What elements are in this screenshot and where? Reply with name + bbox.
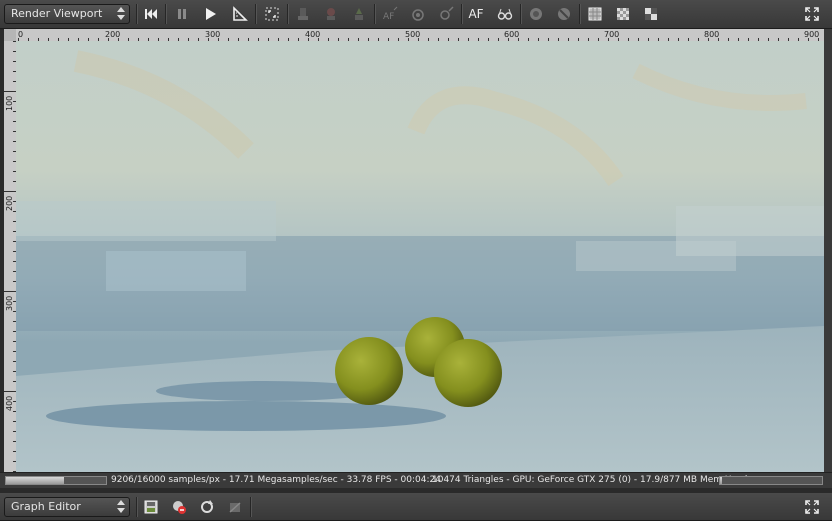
picker-object-icon	[327, 8, 335, 20]
toolbar-separator	[136, 497, 138, 517]
checker-large-icon	[645, 8, 657, 20]
node-tool-icon	[229, 502, 241, 513]
toolbar-separator	[165, 4, 167, 24]
skip-back-icon	[145, 9, 157, 19]
stereo-button[interactable]	[494, 4, 516, 24]
sphere-shadow	[46, 401, 446, 431]
background-white-button[interactable]	[584, 4, 606, 24]
maximize-panel-button[interactable]	[801, 497, 823, 517]
ruler-label: 400	[5, 395, 14, 411]
picker-focus-icon	[355, 8, 363, 20]
toolbar-separator	[461, 4, 463, 24]
region-icon	[530, 8, 542, 20]
toolbar-separator	[250, 497, 252, 517]
clear-region-button[interactable]	[553, 4, 575, 24]
toolbar-separator	[287, 4, 289, 24]
ruler-label: 100	[5, 95, 14, 111]
pause-render-button[interactable]	[171, 4, 193, 24]
fit-icon	[265, 7, 279, 21]
clear-region-icon	[558, 8, 570, 20]
white-balance-button[interactable]	[435, 4, 457, 24]
scene-stats-text: 10474 Triangles - GPU: GeForce GTX 275 (…	[432, 475, 748, 485]
memory-usage-bar	[719, 476, 823, 485]
sphere-right	[434, 339, 502, 407]
render-status-bar: 9206/16000 samples/px - 17.71 Megasample…	[0, 472, 832, 489]
wb-icon	[440, 6, 454, 20]
play-icon	[206, 8, 216, 20]
viewport-toolbar: Render Viewport AF AF	[0, 0, 832, 29]
ruler-label: 600	[504, 30, 520, 39]
graph-editor-toolbar: Graph Editor	[0, 493, 832, 521]
ruler-label: 800	[704, 30, 720, 39]
checker-icon	[617, 8, 629, 20]
ruler-tick	[4, 91, 16, 92]
render-progress-fill	[6, 477, 64, 484]
ruler-vertical: 100 200 300 400	[4, 41, 16, 472]
updown-arrows-icon	[117, 7, 125, 21]
autofocus-button[interactable]: AF	[465, 4, 487, 24]
start-render-button[interactable]	[199, 4, 221, 24]
refresh-icon	[201, 500, 213, 513]
sphere-left	[335, 337, 403, 405]
background-black-button[interactable]	[640, 4, 662, 24]
save-graph-button[interactable]	[140, 497, 162, 517]
pick-focus-button[interactable]	[348, 4, 370, 24]
expand-icon	[805, 500, 819, 514]
svg-text:AF: AF	[383, 12, 394, 22]
refresh-graph-button[interactable]	[196, 497, 218, 517]
ruler-label: 300	[5, 295, 14, 311]
camera-pick-icon	[412, 9, 424, 21]
panel-select-graph-editor[interactable]: Graph Editor	[4, 497, 130, 517]
ruler-corner	[4, 29, 16, 41]
af-pick-icon: AF	[383, 6, 398, 22]
region-render-button[interactable]	[525, 4, 547, 24]
delete-icon	[173, 501, 186, 514]
panel-select-label: Graph Editor	[11, 500, 81, 513]
expand-icon	[805, 7, 819, 21]
toolbar-separator	[520, 4, 522, 24]
render-progress-bar	[5, 476, 107, 485]
wall-block	[16, 201, 276, 241]
camera-pick-button[interactable]	[407, 4, 429, 24]
viewport-right-edge	[824, 29, 832, 472]
render-stats-text: 9206/16000 samples/px - 17.71 Megasample…	[111, 475, 441, 485]
render-image	[16, 41, 824, 472]
fit-view-button[interactable]	[261, 4, 283, 24]
node-tool-button[interactable]	[224, 497, 246, 517]
maximize-panel-button[interactable]	[801, 4, 823, 24]
ruler-label: 200	[5, 195, 14, 211]
pick-object-button[interactable]	[320, 4, 342, 24]
toolbar-separator	[579, 4, 581, 24]
ruler-tick	[4, 391, 16, 392]
panel-select-render-viewport[interactable]: Render Viewport	[4, 4, 130, 24]
toolbar-separator	[374, 4, 376, 24]
save-icon	[144, 500, 158, 514]
picker-icon	[298, 8, 308, 20]
delete-node-button[interactable]	[168, 497, 190, 517]
pick-material-button[interactable]	[292, 4, 314, 24]
autofocus-pick-button[interactable]: AF	[379, 4, 401, 24]
wall-block	[106, 251, 246, 291]
ruler-icon	[233, 6, 248, 21]
ruler-tick	[4, 291, 16, 292]
alpha-background-button[interactable]	[612, 4, 634, 24]
panel-select-label: Render Viewport	[11, 7, 103, 20]
wall-block	[676, 206, 824, 256]
toolbar-separator	[255, 4, 257, 24]
ruler-label: 900	[804, 30, 820, 39]
render-viewport-canvas[interactable]	[16, 41, 824, 472]
ruler-label: 700	[604, 30, 620, 39]
ruler-toggle-button[interactable]	[229, 4, 251, 24]
pause-icon	[178, 9, 186, 19]
updown-arrows-icon	[117, 500, 125, 514]
stereo-glasses-icon	[497, 8, 513, 20]
restart-render-button[interactable]	[140, 4, 162, 24]
autofocus-label: AF	[468, 7, 484, 21]
memory-usage-fill	[720, 477, 723, 484]
toolbar-separator	[136, 4, 138, 24]
ruler-tick	[4, 191, 16, 192]
grid-icon	[588, 7, 602, 21]
